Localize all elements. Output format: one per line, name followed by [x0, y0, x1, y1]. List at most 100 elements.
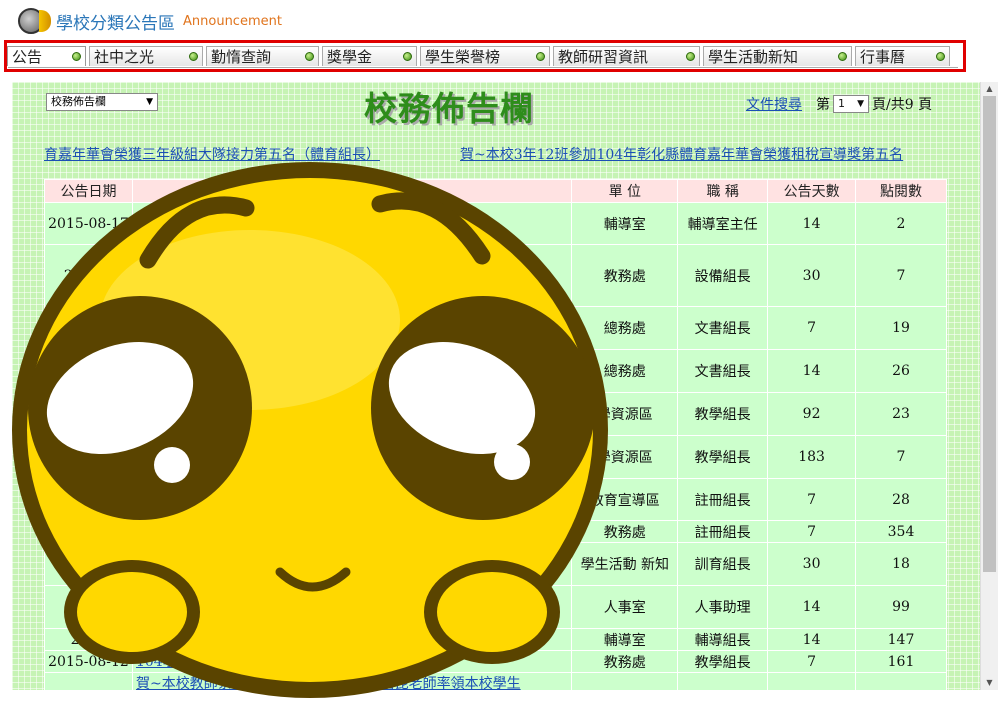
table-row: 教務處 註冊組長 7 354 [44, 520, 947, 543]
announcement-table: 公告日期 單 位 職 稱 公告天數 點閱數 2015-08-17 轉知…學習診斷與… [44, 179, 947, 690]
cell-unit: 總務處 [571, 306, 679, 350]
page-suffix: 頁/共9 頁 [872, 97, 933, 113]
cell-views: 18 [855, 542, 947, 586]
tab-label: 學生榮譽榜 [425, 48, 501, 66]
announcement-link[interactable] [131, 628, 573, 651]
tab-calendar[interactable]: 行事曆 [855, 46, 950, 66]
board-content: 校務佈告欄 ▼ 校務佈告欄 文件搜尋 第 1 ▼ 頁/共9 頁 育嘉年華會榮獲三年級… [12, 82, 980, 690]
tab-bullet-icon [305, 52, 314, 61]
cell-role: 訓育組長 [677, 542, 769, 586]
page-prefix: 第 [816, 97, 830, 113]
cell-date [44, 435, 133, 479]
tab-school-glory[interactable]: 社中之光 [89, 46, 203, 66]
tab-label: 教師研習資訊 [558, 48, 649, 66]
tab-label: 行事曆 [860, 48, 906, 66]
page-select[interactable]: 1 ▼ [833, 95, 869, 113]
cell-role: 教學組長 [677, 650, 769, 673]
announcement-link[interactable] [131, 392, 573, 436]
announcement-link[interactable]: 104學年度第 [131, 650, 573, 673]
cell-views: 19 [855, 306, 947, 350]
col-days-header[interactable]: 公告天數 [767, 179, 857, 203]
col-role-header[interactable]: 職 稱 [677, 179, 769, 203]
chevron-down-icon: ▼ [857, 99, 864, 109]
tab-bullet-icon [72, 52, 81, 61]
marquee-link[interactable]: 育嘉年華會榮獲三年級組大隊接力第五名（體育組長） [44, 144, 380, 164]
scroll-down-icon[interactable]: ▼ [981, 676, 998, 690]
announcement-link[interactable]: … [131, 306, 573, 350]
marquee-link[interactable]: 賀~本校3年12班參加104年彰化縣體育嘉年華會榮獲租稅宣導獎第五名 [460, 144, 903, 164]
cell-unit: 教務處 [571, 520, 679, 543]
announcement-link[interactable] [131, 349, 573, 393]
tab-bullet-icon [536, 52, 545, 61]
cell-date [44, 478, 133, 521]
cell-role: 輔導室主任 [677, 202, 769, 245]
table-header-row: 公告日期 單 位 職 稱 公告天數 點閱數 [44, 179, 947, 203]
cell-role: 輔導組長 [677, 628, 769, 651]
col-date-header[interactable]: 公告日期 [44, 179, 133, 203]
tab-student-activities[interactable]: 學生活動新知 [703, 46, 852, 66]
announcement-link[interactable]: …得徵文 …請自 [131, 244, 573, 307]
table-row: 2… 總務處 文書組長 7 19 [44, 306, 947, 350]
table-row: 20 人事室 人事助理 14 99 [44, 585, 947, 629]
cell-days [767, 672, 857, 690]
tab-teacher-training[interactable]: 教師研習資訊 [553, 46, 700, 66]
chevron-down-icon: ▼ [146, 97, 153, 107]
announcement-link[interactable] [131, 542, 573, 586]
pagination: 第 1 ▼ 頁/共9 頁 [816, 94, 932, 114]
tab-bullet-icon [936, 52, 945, 61]
table-row: 教育宣導區 註冊組長 7 28 [44, 478, 947, 521]
cell-role [677, 672, 769, 690]
cell-date: 20 [44, 585, 133, 629]
announcement-link[interactable] [131, 478, 573, 521]
vertical-scrollbar[interactable]: ▲ ▼ [980, 82, 998, 690]
table-row: 2 學生活動 新知 訓育組長 30 18 [44, 542, 947, 586]
announcement-link[interactable] [131, 585, 573, 629]
table-row: 賀~本校教師蔡佩芳老師.賴憐如老師.李培昆老師率領本校學生 [44, 672, 947, 690]
tab-attendance[interactable]: 勤惰查詢 [206, 46, 319, 66]
cell-date: 2015-08-17 [44, 202, 133, 245]
page-header: 學校分類公告區 Announcement [12, 6, 282, 36]
tab-bullet-icon [838, 52, 847, 61]
col-unit-header[interactable]: 單 位 [571, 179, 679, 203]
cell-days: 7 [767, 478, 857, 521]
scroll-thumb[interactable] [983, 96, 996, 572]
cell-unit: 輔導室 [571, 202, 679, 245]
page-subtitle: Announcement [183, 13, 282, 29]
table-row: 2015-08-12 104學年度第 教務處 教學組長 7 161 [44, 650, 947, 673]
tab-label: 社中之光 [94, 48, 155, 66]
scroll-up-icon[interactable]: ▲ [981, 82, 998, 96]
table-row: 2015-0 …得徵文 …請自 教務處 設備組長 30 7 [44, 244, 947, 307]
cell-role: 設備組長 [677, 244, 769, 307]
cell-days: 30 [767, 542, 857, 586]
tab-bullet-icon [686, 52, 695, 61]
document-search-link[interactable]: 文件搜尋 [746, 94, 802, 114]
announcement-link[interactable]: 轉知…學習診斷與輔導 [131, 202, 573, 245]
cell-days: 7 [767, 650, 857, 673]
tab-bullet-icon [403, 52, 412, 61]
table-row: 總務處 文書組長 14 26 [44, 349, 947, 393]
cell-unit: 教務處 [571, 244, 679, 307]
cell-role: 教學組長 [677, 392, 769, 436]
cell-unit: 教務處 [571, 650, 679, 673]
cell-date [44, 392, 133, 436]
announcement-link[interactable]: 賀~本校教師蔡佩芳老師.賴憐如老師.李培昆老師率領本校學生 [131, 672, 573, 690]
cell-views: 354 [855, 520, 947, 543]
cell-role: 註冊組長 [677, 520, 769, 543]
cell-unit: 總務處 [571, 349, 679, 393]
announcement-link[interactable] [131, 520, 573, 543]
announcement-link[interactable] [131, 435, 573, 479]
cell-unit: 學資源區 [571, 392, 679, 436]
cell-days: 7 [767, 520, 857, 543]
cell-days: 7 [767, 306, 857, 350]
tab-scholarship[interactable]: 獎學金 [322, 46, 417, 66]
tab-label: 勤惰查詢 [211, 48, 272, 66]
category-select[interactable]: 校務佈告欄 ▼ [46, 93, 158, 111]
speaker-icon [12, 6, 52, 36]
cell-views: 161 [855, 650, 947, 673]
tab-announcement[interactable]: 公告 [7, 46, 86, 66]
cell-views: 99 [855, 585, 947, 629]
col-views-header[interactable]: 點閱數 [855, 179, 947, 203]
tab-honor-roll[interactable]: 學生榮譽榜 [420, 46, 550, 66]
cell-date: 2015-08-12 [44, 650, 133, 673]
tab-label: 獎學金 [327, 48, 373, 66]
